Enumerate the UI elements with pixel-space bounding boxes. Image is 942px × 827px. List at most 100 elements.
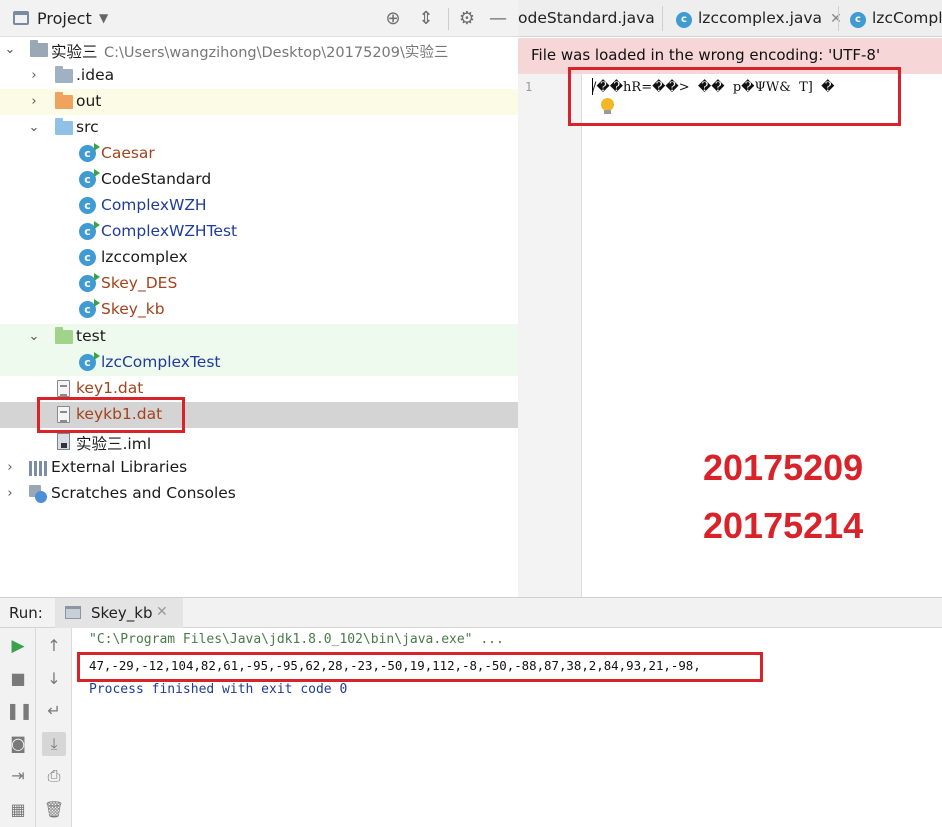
chevron-down-icon[interactable]: ⌄ xyxy=(27,119,41,137)
run-label: Run: xyxy=(9,604,43,622)
tree-item-complexwzh[interactable]: c ComplexWZH xyxy=(0,193,518,219)
tree-item-label: Skey_kb xyxy=(101,300,165,318)
editor-gutter xyxy=(518,74,582,597)
project-panel-header: Project ▼ ⊕ ⇕ ⚙ — xyxy=(0,0,518,37)
tab-divider xyxy=(838,6,839,31)
tree-item-label: test xyxy=(76,327,106,345)
project-window-icon xyxy=(13,11,29,25)
scroll-to-end-icon[interactable]: ⤓ xyxy=(42,732,66,756)
tree-item-external-libraries[interactable]: › External Libraries xyxy=(0,455,518,481)
arrow-up-icon[interactable]: ↑ xyxy=(42,634,66,658)
module-folder-icon xyxy=(30,40,48,57)
tree-item-label: ComplexWZH xyxy=(101,196,207,214)
ide-window: Project ▼ ⊕ ⇕ ⚙ — ⌄ 实验三 C:\Users\wangzih… xyxy=(0,0,942,827)
pause-icon[interactable]: ❚❚ xyxy=(6,699,33,723)
line-number: 1 xyxy=(525,80,533,94)
chevron-down-icon[interactable]: ⌄ xyxy=(27,328,41,346)
module-file-icon xyxy=(57,433,70,450)
trash-icon[interactable]: 🗑 xyxy=(42,798,66,822)
rerun-icon[interactable]: ▶ xyxy=(6,634,30,658)
tab-label: lzcComple xyxy=(872,9,942,27)
tab-lzccomplextest[interactable]: c lzcComple xyxy=(850,0,942,36)
java-class-runnable-icon: c xyxy=(79,299,100,318)
chevron-down-icon[interactable]: ⌄ xyxy=(3,41,17,59)
soft-wrap-icon[interactable]: ↵ xyxy=(42,699,66,723)
annotation-box-code xyxy=(568,67,901,126)
run-tab-skey-kb[interactable]: Skey_kb ✕ xyxy=(55,598,183,628)
run-toolbar-primary: ▶ ■ ❚❚ ◙ ⇥ ▦ xyxy=(0,628,36,827)
close-icon[interactable]: ✕ xyxy=(156,604,168,620)
run-tab-label: Skey_kb xyxy=(91,604,153,622)
java-class-runnable-icon: c xyxy=(79,352,100,371)
module-path: C:\Users\wangzihong\Desktop\20175209\实验三 xyxy=(104,45,449,61)
library-icon xyxy=(29,461,47,476)
run-toolbar-secondary: ↑ ↓ ↵ ⤓ ⎙ 🗑 xyxy=(36,628,72,827)
project-panel: Project ▼ ⊕ ⇕ ⚙ — ⌄ 实验三 C:\Users\wangzih… xyxy=(0,0,518,597)
java-class-icon: c xyxy=(676,12,692,28)
chevron-down-icon[interactable]: ▼ xyxy=(99,11,108,25)
java-class-icon: c xyxy=(850,12,866,28)
text-file-icon xyxy=(57,380,70,397)
login-icon[interactable]: ⇥ xyxy=(6,764,30,788)
test-folder-icon xyxy=(55,327,73,344)
layout-icon[interactable]: ▦ xyxy=(6,798,30,822)
scratches-icon xyxy=(29,485,47,503)
gear-icon[interactable]: ⚙ xyxy=(455,7,479,31)
encoding-warning-text: File was loaded in the wrong encoding: '… xyxy=(531,46,881,64)
tree-item-skey-kb[interactable]: c Skey_kb xyxy=(0,297,518,323)
hide-panel-icon[interactable]: — xyxy=(486,7,510,31)
tree-item-label: External Libraries xyxy=(51,458,188,476)
tab-divider xyxy=(662,6,663,31)
stop-icon[interactable]: ■ xyxy=(6,667,30,691)
tree-item-label: src xyxy=(76,118,99,136)
tree-item-codestandard[interactable]: c CodeStandard xyxy=(0,167,518,193)
tree-item-skey-des[interactable]: c Skey_DES xyxy=(0,271,518,297)
source-folder-icon xyxy=(55,118,73,135)
tree-item-caesar[interactable]: c Caesar xyxy=(0,141,518,167)
tree-item-label: Scratches and Consoles xyxy=(51,484,236,502)
run-panel-header: Run: Skey_kb ✕ xyxy=(0,597,942,628)
java-class-icon: c xyxy=(79,249,96,266)
annotation-box-keykb1 xyxy=(37,397,185,433)
close-icon[interactable]: ✕ xyxy=(830,11,842,27)
print-icon[interactable]: ⎙ xyxy=(42,764,66,788)
tree-item-lzccomplextest[interactable]: c lzcComplexTest xyxy=(0,350,518,376)
tree-item-test[interactable]: ⌄ test xyxy=(0,324,518,350)
annotation-box-output xyxy=(77,652,763,682)
tree-item-label: .idea xyxy=(76,66,115,84)
tree-item-label: lzcComplexTest xyxy=(101,353,221,371)
tree-item-src[interactable]: ⌄ src xyxy=(0,115,518,141)
tree-item-out[interactable]: › out xyxy=(0,89,518,115)
tree-item-scratches[interactable]: › Scratches and Consoles xyxy=(0,481,518,507)
console-command-line: "C:\Program Files\Java\jdk1.8.0_102\bin\… xyxy=(89,632,504,647)
tab-label: odeStandard.java xyxy=(518,9,655,27)
collapse-all-icon[interactable]: ⇕ xyxy=(414,7,438,31)
tree-item-complexwzhtest[interactable]: c ComplexWZHTest xyxy=(0,219,518,245)
tab-lzccomplex[interactable]: c lzccomplex.java ✕ xyxy=(676,0,842,36)
tree-item-label: key1.dat xyxy=(76,379,144,397)
arrow-down-icon[interactable]: ↓ xyxy=(42,667,66,691)
header-divider xyxy=(448,8,449,30)
tree-item-label: CodeStandard xyxy=(101,170,212,188)
tree-item-lzccomplex[interactable]: c lzccomplex xyxy=(0,245,518,271)
tree-item-label: lzccomplex xyxy=(101,248,188,266)
tree-item-label: out xyxy=(76,92,102,110)
camera-icon[interactable]: ◙ xyxy=(6,732,30,756)
chevron-right-icon[interactable]: › xyxy=(3,485,17,503)
tree-item-label: 实验三 xyxy=(51,43,98,61)
tree-item-label: ComplexWZHTest xyxy=(101,222,238,240)
tree-item-label: Skey_DES xyxy=(101,274,178,292)
chevron-right-icon[interactable]: › xyxy=(27,67,41,85)
chevron-right-icon[interactable]: › xyxy=(27,93,41,111)
java-class-runnable-icon: c xyxy=(79,221,100,240)
student-id-stamp-1: 20175209 xyxy=(703,447,864,488)
folder-icon xyxy=(55,66,73,83)
tree-item-idea[interactable]: › .idea xyxy=(0,63,518,89)
tree-item-module-root[interactable]: ⌄ 实验三 C:\Users\wangzihong\Desktop\201752… xyxy=(0,37,518,63)
locate-icon[interactable]: ⊕ xyxy=(381,7,405,31)
tree-item-label: 实验三.iml xyxy=(76,435,152,453)
project-panel-title[interactable]: Project xyxy=(37,9,92,28)
console-exit-line: Process finished with exit code 0 xyxy=(89,682,348,697)
chevron-right-icon[interactable]: › xyxy=(3,459,17,477)
tab-codestandard[interactable]: odeStandard.java xyxy=(518,0,655,36)
